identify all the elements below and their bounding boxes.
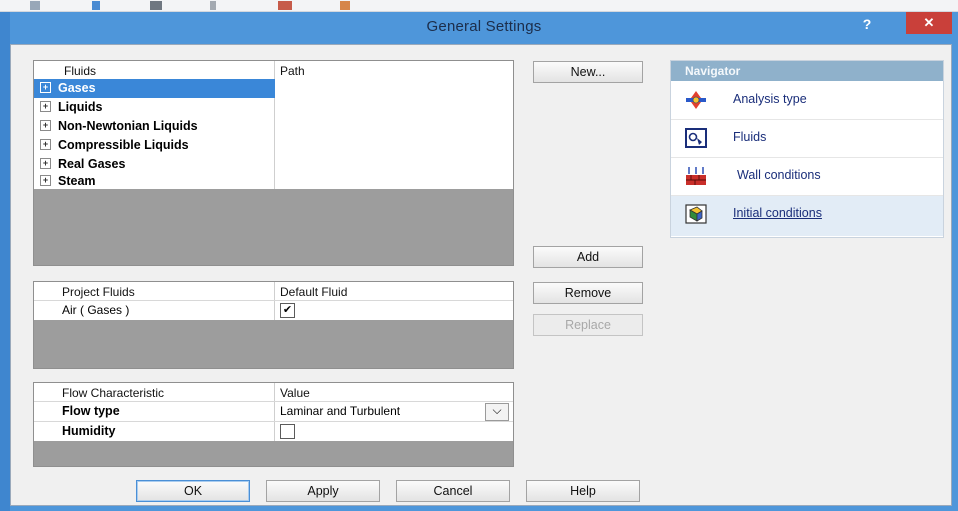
taskbar-fragment [278,1,292,10]
new-button[interactable]: New... [533,61,643,83]
expand-icon[interactable]: + [40,82,51,94]
flow-type-label: Flow type [62,404,120,418]
fluid-category-label: Real Gases [58,157,126,171]
help-button[interactable]: Help [526,480,640,502]
fluids-grid: Fluids Path + Gases + Liquids + Non-Newtoni… [34,61,513,189]
fluid-category-label: Steam [58,174,96,188]
fluids-icon [685,128,707,148]
default-fluid-header: Default Fluid [280,285,348,299]
nav-label: Initial conditions [733,206,822,220]
fluid-category-label: Non-Newtonian Liquids [58,119,198,133]
close-icon: ✕ [923,15,935,30]
project-fluid-row[interactable]: Air ( Gases ) ✔ [34,301,513,320]
expand-icon[interactable]: + [40,120,51,132]
flow-characteristics-panel: Flow Characteristic Value Flow type Lami… [33,382,514,467]
humidity-label: Humidity [62,424,116,438]
taskbar-fragment [92,1,100,10]
remove-button[interactable]: Remove [533,282,643,304]
fluid-row-liquids[interactable]: + Liquids [34,98,513,117]
ok-button[interactable]: OK [136,480,250,502]
fluid-category-label: Liquids [58,100,103,114]
nav-item-wall-conditions[interactable]: Wall conditions [671,158,943,195]
nav-label: Fluids [733,130,767,144]
humidity-checkbox[interactable] [280,424,295,439]
fluid-row-real-gases[interactable]: + Real Gases [34,155,513,174]
project-fluids-grid: Project Fluids Default Fluid Air ( Gases… [34,282,513,320]
wall-conditions-icon [686,167,706,185]
analysis-type-icon [686,91,706,109]
default-fluid-checkbox[interactable]: ✔ [280,303,295,318]
taskbar-fragment [210,1,216,10]
flow-type-dropdown-button[interactable]: ⌵ [485,403,509,421]
taskbar-strip [0,0,958,12]
fluids-database-panel: Fluids Path + Gases + Liquids + Non-Newtoni… [33,60,514,266]
expand-icon[interactable]: + [40,175,51,187]
taskbar-fragment [150,1,162,10]
project-fluid-name: Air ( Gases ) [62,303,130,317]
taskbar-fragment [340,1,350,10]
window-left-edge [0,12,10,511]
flow-characteristics-grid: Flow Characteristic Value Flow type Lami… [34,383,513,441]
flow-characteristic-header: Flow Characteristic [62,386,165,400]
nav-label: Analysis type [733,92,807,106]
fluid-row-steam[interactable]: + Steam [34,173,513,189]
path-column-header: Path [280,64,305,78]
flow-type-value[interactable]: Laminar and Turbulent [280,402,400,421]
navigator-panel: Navigator Analysis type Fluids Wall cond… [670,60,944,238]
window-title: General Settings [426,18,542,35]
cancel-button[interactable]: Cancel [396,480,510,502]
add-button[interactable]: Add [533,246,643,268]
apply-button[interactable]: Apply [266,480,380,502]
initial-conditions-icon [685,204,707,224]
humidity-row[interactable]: Humidity [34,422,513,441]
taskbar-fragment [30,1,40,10]
nav-item-initial-conditions[interactable]: Initial conditions [671,196,943,236]
fluids-column-header: Fluids [64,64,97,78]
fluid-row-gases[interactable]: + Gases [34,79,513,98]
expand-icon[interactable]: + [40,158,51,170]
navigator-title: Navigator [671,61,943,81]
expand-icon[interactable]: + [40,139,51,151]
value-header: Value [280,386,310,400]
fluid-category-label: Gases [58,81,96,95]
fluid-category-label: Compressible Liquids [58,138,189,152]
replace-button[interactable]: Replace [533,314,643,336]
path-cell [275,79,513,98]
flow-type-row[interactable]: Flow type Laminar and Turbulent ⌵ [34,402,513,421]
project-fluids-panel: Project Fluids Default Fluid Air ( Gases… [33,281,514,369]
help-question-button[interactable]: ? [852,14,882,34]
chevron-down-icon: ⌵ [492,403,502,417]
close-button[interactable]: ✕ [906,12,952,34]
nav-label: Wall conditions [737,168,821,182]
nav-item-analysis-type[interactable]: Analysis type [671,82,943,119]
expand-icon[interactable]: + [40,101,51,113]
nav-item-fluids[interactable]: Fluids [671,120,943,157]
fluid-row-non-newtonian[interactable]: + Non-Newtonian Liquids [34,117,513,136]
fluid-row-compressible[interactable]: + Compressible Liquids [34,136,513,155]
project-fluids-header: Project Fluids [62,285,135,299]
